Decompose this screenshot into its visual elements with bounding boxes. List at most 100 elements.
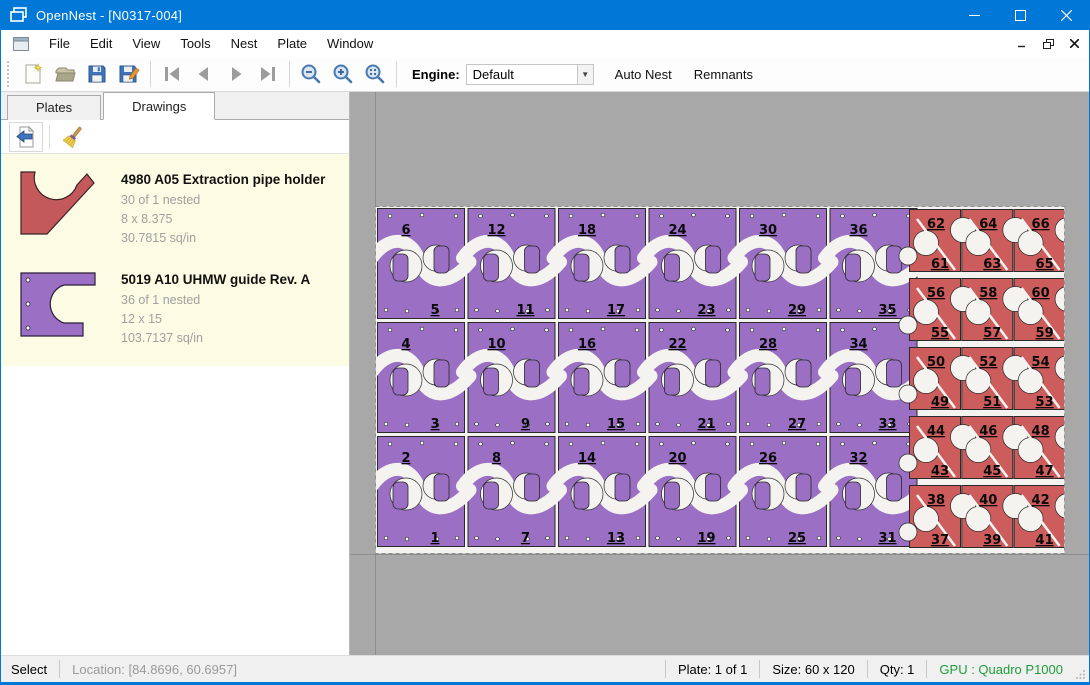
status-size: Size: 60 x 120 [760,660,866,678]
part-number: 53 [1036,395,1054,410]
part-number: 24 [668,223,686,238]
part-number: 56 [927,286,945,301]
part-number: 22 [668,337,686,352]
zoom-fit-button[interactable] [359,59,391,89]
part-number: 39 [983,533,1001,548]
part-number: 4 [401,337,410,352]
drawing-thumbnail-purple [19,270,99,342]
save-as-icon [117,62,141,86]
part-number: 61 [931,257,949,272]
panel-separator [49,125,50,149]
part-number: 42 [1032,493,1050,508]
status-mode: Select [1,660,59,678]
part-number: 37 [931,533,949,548]
zoom-out-icon [299,62,323,86]
save-icon [85,62,109,86]
mdi-close-button[interactable] [1063,34,1085,54]
status-bar: Select Location: [84.8696, 60.6957] Plat… [1,655,1089,682]
go-next-button[interactable] [220,59,252,89]
part-number: 49 [931,395,949,410]
toolbar-separator [289,61,290,87]
part-number: 28 [759,337,777,352]
go-last-button[interactable] [252,59,284,89]
mdi-minimize-button[interactable] [1011,34,1033,54]
app-icon [10,7,28,23]
minimize-button[interactable] [951,0,997,30]
part-number: 63 [983,257,1001,272]
import-drawing-button[interactable] [9,122,43,152]
part-number: 12 [487,223,505,238]
clear-drawings-button[interactable] [56,122,90,152]
menu-plate[interactable]: Plate [267,31,317,56]
drawing-title: 5019 A10 UHMW guide Rev. A [121,272,310,287]
broom-icon [61,125,85,149]
app-window: OpenNest - [N0317-004] File Edit View To… [0,0,1090,685]
menu-view[interactable]: View [122,31,170,56]
tab-drawings[interactable]: Drawings [103,92,215,120]
part-number: 45 [983,464,1001,479]
toolbar-separator [150,61,151,87]
part-number: 47 [1036,464,1054,479]
toolbar-separator [396,61,397,87]
part-number: 65 [1036,257,1054,272]
remnants-button[interactable]: Remnants [685,62,762,87]
drawing-item-5019[interactable]: 5019 A10 UHMW guide Rev. A 36 of 1 neste… [1,262,349,356]
drawing-thumbnail-red [19,170,99,242]
mdi-restore-button[interactable] [1037,34,1059,54]
part-number: 21 [697,417,715,432]
mdi-document-icon[interactable] [13,37,29,51]
close-button[interactable] [1043,0,1089,30]
menu-tools[interactable]: Tools [170,31,220,56]
part-number: 30 [759,223,777,238]
toolbar-grip[interactable] [7,61,13,87]
part-number: 8 [492,451,501,466]
part-number: 10 [487,337,505,352]
drawing-size: 8 x 8.375 [121,210,325,229]
plate-bottom-guideline [350,554,1089,555]
go-previous-icon [192,62,216,86]
tab-plates[interactable]: Plates [7,95,101,120]
engine-combobox-arrow[interactable]: ▼ [578,64,594,85]
part-number: 50 [927,355,945,370]
open-file-button[interactable] [49,59,81,89]
menu-nest[interactable]: Nest [221,31,268,56]
save-as-button[interactable] [113,59,145,89]
save-button[interactable] [81,59,113,89]
plate-svg[interactable]: 6512111817242330293635431091615222128273… [375,206,1065,554]
engine-combobox[interactable]: Default [466,64,578,85]
part-number: 31 [878,531,896,546]
part-number: 43 [931,464,949,479]
part-number: 27 [788,417,806,432]
drawing-item-4980[interactable]: 4980 A05 Extraction pipe holder 30 of 1 … [1,162,349,256]
go-previous-button[interactable] [188,59,220,89]
maximize-button[interactable] [997,0,1043,30]
part-number: 59 [1036,326,1054,341]
part-number: 51 [983,395,1001,410]
part-number: 17 [607,303,625,318]
zoom-in-button[interactable] [327,59,359,89]
nest-canvas[interactable]: 6512111817242330293635431091615222128273… [350,92,1089,655]
menu-window[interactable]: Window [317,31,383,56]
part-number: 11 [516,303,534,318]
part-number: 33 [878,417,896,432]
status-location: Location: [84.8696, 60.6957] [60,660,249,678]
go-first-button[interactable] [156,59,188,89]
title-bar: OpenNest - [N0317-004] [1,0,1089,30]
resize-grip[interactable] [1075,656,1089,682]
part-number: 54 [1032,355,1050,370]
drawing-area: 30.7815 sq/in [121,229,325,248]
part-number: 64 [979,217,997,232]
part-number: 41 [1036,533,1054,548]
new-file-button[interactable] [17,59,49,89]
menu-file[interactable]: File [39,31,80,56]
drawing-nested: 30 of 1 nested [121,191,325,210]
zoom-out-button[interactable] [295,59,327,89]
auto-nest-button[interactable]: Auto Nest [606,62,681,87]
drawing-area: 103.7137 sq/in [121,329,310,348]
part-number: 40 [979,493,997,508]
part-number: 38 [927,493,945,508]
part-number: 19 [697,531,715,546]
part-number: 48 [1032,424,1050,439]
main-body: Plates Drawings [1,92,1089,655]
menu-edit[interactable]: Edit [80,31,122,56]
